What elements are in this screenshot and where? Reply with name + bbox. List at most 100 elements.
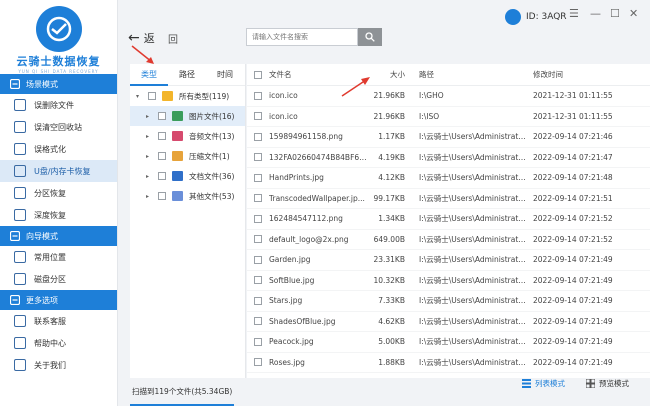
sidebar-item[interactable]: 常用位置 [0,246,117,268]
row-checkbox[interactable] [254,358,262,367]
select-all-checkbox[interactable] [254,70,262,79]
file-size: 23.31KB [373,255,405,265]
sidebar-item[interactable]: 误删除文件 [0,94,117,116]
header-time[interactable]: 修改时间 [529,69,647,80]
maximize-button[interactable]: ☐ [610,7,620,20]
file-modified-time: 2022-09-14 07:21:49 [533,316,613,326]
menu-button[interactable]: ☰ [569,7,579,20]
list-mode-button[interactable]: 列表模式 [522,378,565,389]
row-checkbox-cell[interactable] [247,235,269,244]
search-input[interactable] [246,28,358,46]
tree-row[interactable]: ▸ 其他文件(53) [130,186,245,206]
refresh-button[interactable]: 回 [168,31,178,46]
row-checkbox-cell[interactable] [247,317,269,326]
sidebar-item[interactable]: 误清空回收站 [0,116,117,138]
row-checkbox[interactable] [254,317,262,326]
row-checkbox-cell[interactable] [247,194,269,203]
sidebar-item[interactable]: 磁盘分区 [0,268,117,290]
tree-row-checkbox[interactable] [158,192,166,200]
tree-row-label: 所有类型(119) [179,91,230,101]
row-checkbox[interactable] [254,296,262,305]
sidebar-item[interactable]: 联系客服 [0,310,117,332]
header-size[interactable]: 大小 [373,69,405,80]
row-checkbox[interactable] [254,235,262,244]
tree-tab[interactable]: 时间 [206,69,244,80]
caret-right-icon[interactable]: ▸ [146,153,154,160]
row-checkbox[interactable] [254,132,262,141]
tree-row[interactable]: ▸ 压缩文件(1) [130,146,245,166]
row-checkbox-cell[interactable] [247,91,269,100]
file-modified-time: 2022-09-14 07:21:52 [533,234,613,244]
table-row[interactable]: Garden.jpg 23.31KB I:\云骑士\Users\Administra… [247,250,650,271]
row-checkbox-cell[interactable] [247,296,269,305]
tree-row-checkbox[interactable] [158,152,166,160]
row-checkbox[interactable] [254,112,262,121]
table-row[interactable]: 162484547112.png 1.34KB I:\云骑士\Users\Admin… [247,209,650,230]
table-row[interactable]: 132FA02660474B84BF67... 4.19KB I:\云骑士\User… [247,148,650,168]
row-checkbox-cell[interactable] [247,337,269,346]
file-modified-time: 2021-12-31 01:11:55 [533,91,613,101]
table-row[interactable]: default_logo@2x.png 649.00B I:\云骑士\Users\A… [247,230,650,250]
sidebar-section-header: 更多选项 [0,290,117,310]
header-path[interactable]: 路径 [405,69,529,80]
preview-mode-button[interactable]: 预览模式 [586,378,629,389]
tree-row[interactable]: ▸ 图片文件(16) [130,106,245,126]
tree-row[interactable]: ▾ 所有类型(119) [130,86,245,106]
sidebar-item[interactable]: 深度恢复 [0,204,117,226]
sidebar-item[interactable]: 分区恢复 [0,182,117,204]
table-row[interactable]: Stars.jpg 7.33KB I:\云骑士\Users\Administrato… [247,291,650,312]
table-row[interactable]: icon.ico 21.96KB I:\ISO 2021-12-31 01:11:55 [247,107,650,127]
row-checkbox-cell[interactable] [247,173,269,182]
caret-right-icon[interactable]: ▸ [146,113,154,120]
row-checkbox[interactable] [254,337,262,346]
row-checkbox-cell[interactable] [247,112,269,121]
row-checkbox[interactable] [254,153,262,162]
table-row[interactable]: ShadesOfBlue.jpg 4.62KB I:\云骑士\Users\Admin… [247,312,650,332]
tree-row[interactable]: ▸ 音频文件(13) [130,126,245,146]
row-checkbox-cell[interactable] [247,358,269,367]
tree-row[interactable]: ▸ 文档文件(36) [130,166,245,186]
row-checkbox-cell[interactable] [247,255,269,264]
caret-right-icon[interactable]: ▸ [146,173,154,180]
sidebar-item[interactable]: U盘/内存卡恢复 [0,160,117,182]
row-checkbox-cell[interactable] [247,214,269,223]
caret-down-icon[interactable]: ▾ [136,93,144,100]
table-row[interactable]: icon.ico 21.96KB I:\GHO 2021-12-31 01:11:55 [247,86,650,107]
search-button[interactable] [358,28,382,46]
file-name: Peacock.jpg [269,337,314,347]
caret-right-icon[interactable]: ▸ [146,133,154,140]
user-id[interactable]: ID: 3AQR [505,9,567,25]
minimize-button[interactable]: — [590,7,601,20]
table-row[interactable]: 159894961158.png 1.17KB I:\云骑士\Users\Admin… [247,127,650,148]
row-checkbox-cell[interactable] [247,276,269,285]
select-all-checkbox-cell[interactable] [247,70,269,79]
file-size: 21.96KB [373,91,405,101]
row-checkbox-cell[interactable] [247,153,269,162]
row-checkbox[interactable] [254,276,262,285]
tree-tab[interactable]: 路径 [168,69,206,80]
table-row[interactable]: Roses.jpg 1.88KB I:\云骑士\Users\Administrato… [247,353,650,373]
sidebar-item[interactable]: 关于我们 [0,354,117,376]
file-modified-time: 2022-09-14 07:21:49 [533,275,613,285]
file-size: 7.33KB [378,296,405,306]
table-row[interactable]: Peacock.jpg 5.00KB I:\云骑士\Users\Administra… [247,332,650,353]
sidebar-item-label: 磁盘分区 [34,274,66,284]
caret-right-icon[interactable]: ▸ [146,193,154,200]
tree-row-checkbox[interactable] [158,132,166,140]
sidebar-item[interactable]: 帮助中心 [0,332,117,354]
row-checkbox[interactable] [254,173,262,182]
tree-row-checkbox[interactable] [158,112,166,120]
row-checkbox[interactable] [254,194,262,203]
document-icon [172,171,183,181]
tree-row-checkbox[interactable] [148,92,156,100]
table-row[interactable]: SoftBlue.jpg 10.32KB I:\云骑士\Users\Administ… [247,271,650,291]
row-checkbox[interactable] [254,214,262,223]
row-checkbox[interactable] [254,255,262,264]
table-row[interactable]: TranscodedWallpaper.jp... 99.17KB I:\云骑士\U… [247,189,650,209]
tree-row-checkbox[interactable] [158,172,166,180]
row-checkbox-cell[interactable] [247,132,269,141]
sidebar-item[interactable]: 误格式化 [0,138,117,160]
table-row[interactable]: HandPrints.jpg 4.12KB I:\云骑士\Users\Adminis… [247,168,650,189]
close-button[interactable]: ✕ [629,7,638,20]
row-checkbox[interactable] [254,91,262,100]
